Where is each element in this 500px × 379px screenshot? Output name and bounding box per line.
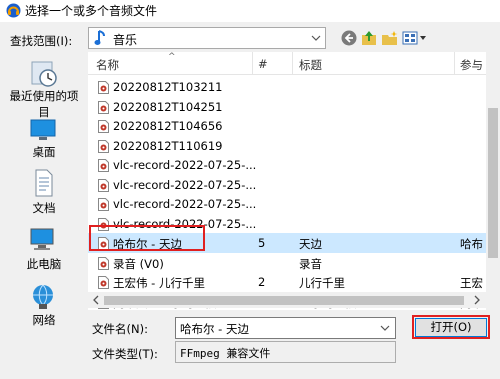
table-row[interactable]: 20220812T110619: [88, 136, 486, 156]
lookin-value: 音乐: [113, 33, 138, 47]
place-desktop[interactable]: 桌面: [4, 116, 84, 160]
view-menu-icon[interactable]: [401, 29, 429, 47]
place-label: 此电脑: [26, 257, 62, 271]
place-this-pc[interactable]: 此电脑: [4, 225, 84, 271]
table-row[interactable]: vlc-record-2022-07-25-...: [88, 155, 486, 175]
file-name: vlc-record-2022-07-25-...: [113, 197, 257, 211]
computer-icon: [30, 228, 54, 250]
file-name: 20220812T104656: [113, 119, 223, 133]
scroll-right-icon[interactable]: [472, 295, 482, 305]
filetype-dropdown[interactable]: FFmpeg 兼容文件: [175, 341, 396, 363]
horizontal-scroll-thumb[interactable]: [104, 296, 464, 305]
file-name: vlc-record-2022-07-25-...: [113, 177, 257, 192]
track-title: 录音: [299, 256, 322, 271]
table-row[interactable]: 王宏伟 - 儿行千里 2 儿行千里 王宏: [88, 272, 486, 292]
table-row[interactable]: 录音 (V0) 录音: [88, 253, 486, 273]
window-title: 选择一个或多个音频文件: [25, 4, 158, 18]
back-icon[interactable]: [339, 29, 359, 47]
file-name: vlc-record-2022-07-25-...: [113, 158, 257, 172]
lookin-dropdown[interactable]: 音乐: [88, 27, 326, 49]
chevron-down-icon: [311, 35, 321, 41]
file-name: 20220812T110619: [113, 138, 223, 153]
filetype-value: FFmpeg 兼容文件: [180, 347, 271, 360]
title-bar: 选择一个或多个音频文件: [0, 0, 500, 22]
column-artist[interactable]: 参与: [460, 57, 483, 73]
highlight-box-selected-file: [89, 225, 205, 251]
file-list[interactable]: ^ 名称 # 标题 参与 20220812T103211 20220812T104…: [88, 52, 500, 310]
place-label: 网络: [32, 313, 56, 327]
table-row[interactable]: 20220812T104251: [88, 97, 486, 117]
audio-file-icon: [98, 159, 109, 172]
network-icon: [33, 284, 53, 309]
track-artist: 哈布: [460, 237, 483, 251]
track-artist: 王宏: [460, 276, 483, 290]
desktop-icon: [30, 119, 56, 140]
file-name: 录音 (V0): [113, 256, 164, 271]
chevron-down-icon[interactable]: [380, 323, 390, 333]
audio-file-icon: [98, 178, 109, 192]
audacity-app-icon: [6, 3, 21, 18]
place-label: 文档: [32, 201, 56, 215]
audio-file-icon: [98, 81, 109, 94]
filetype-label: 文件类型(T):: [92, 347, 158, 361]
audio-file-icon: [98, 276, 109, 289]
table-row[interactable]: vlc-record-2022-07-25-...: [88, 175, 486, 195]
table-row[interactable]: 20220812T104656: [88, 116, 486, 136]
audio-file-icon: [98, 256, 109, 270]
table-row[interactable]: vlc-record-2022-07-25-...: [88, 194, 486, 214]
track-title: 天边: [299, 237, 322, 251]
column-number[interactable]: #: [258, 57, 268, 71]
vertical-scroll-thumb[interactable]: [488, 108, 498, 258]
table-row[interactable]: 20220812T103211: [88, 77, 486, 97]
music-folder-icon: [94, 30, 105, 45]
documents-icon: [35, 169, 53, 197]
audio-file-icon: [98, 100, 109, 114]
file-name: 20220812T103211: [113, 80, 223, 94]
new-folder-icon[interactable]: [380, 29, 400, 47]
track-number: 2: [258, 275, 266, 289]
column-header-row: ^ 名称 # 标题 参与: [88, 52, 486, 75]
audio-file-icon: [98, 198, 109, 211]
sort-ascending-icon: ^: [168, 52, 176, 62]
column-name[interactable]: 名称: [96, 57, 119, 73]
filename-label: 文件名(N):: [92, 322, 148, 336]
lookin-label: 查找范围(I):: [10, 34, 73, 48]
open-button[interactable]: 打开(O): [415, 318, 487, 337]
place-recent[interactable]: 最近使用的项目: [4, 58, 84, 119]
up-folder-icon[interactable]: [359, 29, 379, 47]
filename-input[interactable]: 哈布尔 - 天边: [175, 317, 396, 339]
column-title[interactable]: 标题: [299, 57, 322, 73]
column-divider[interactable]: [454, 52, 455, 74]
track-number: 5: [258, 236, 266, 250]
file-name: 20220812T104251: [113, 99, 223, 114]
audio-file-icon: [98, 120, 109, 133]
filename-value: 哈布尔 - 天边: [180, 322, 249, 336]
track-title: 儿行千里: [299, 276, 345, 290]
column-divider[interactable]: [252, 52, 253, 74]
file-name: 王宏伟 - 儿行千里: [113, 276, 205, 290]
place-network[interactable]: 网络: [4, 282, 84, 327]
column-divider[interactable]: [292, 52, 293, 74]
scroll-left-icon[interactable]: [91, 295, 101, 305]
place-documents[interactable]: 文档: [4, 168, 84, 215]
recent-icon: [31, 61, 57, 87]
place-label: 桌面: [32, 145, 56, 159]
audio-file-icon: [98, 139, 109, 153]
